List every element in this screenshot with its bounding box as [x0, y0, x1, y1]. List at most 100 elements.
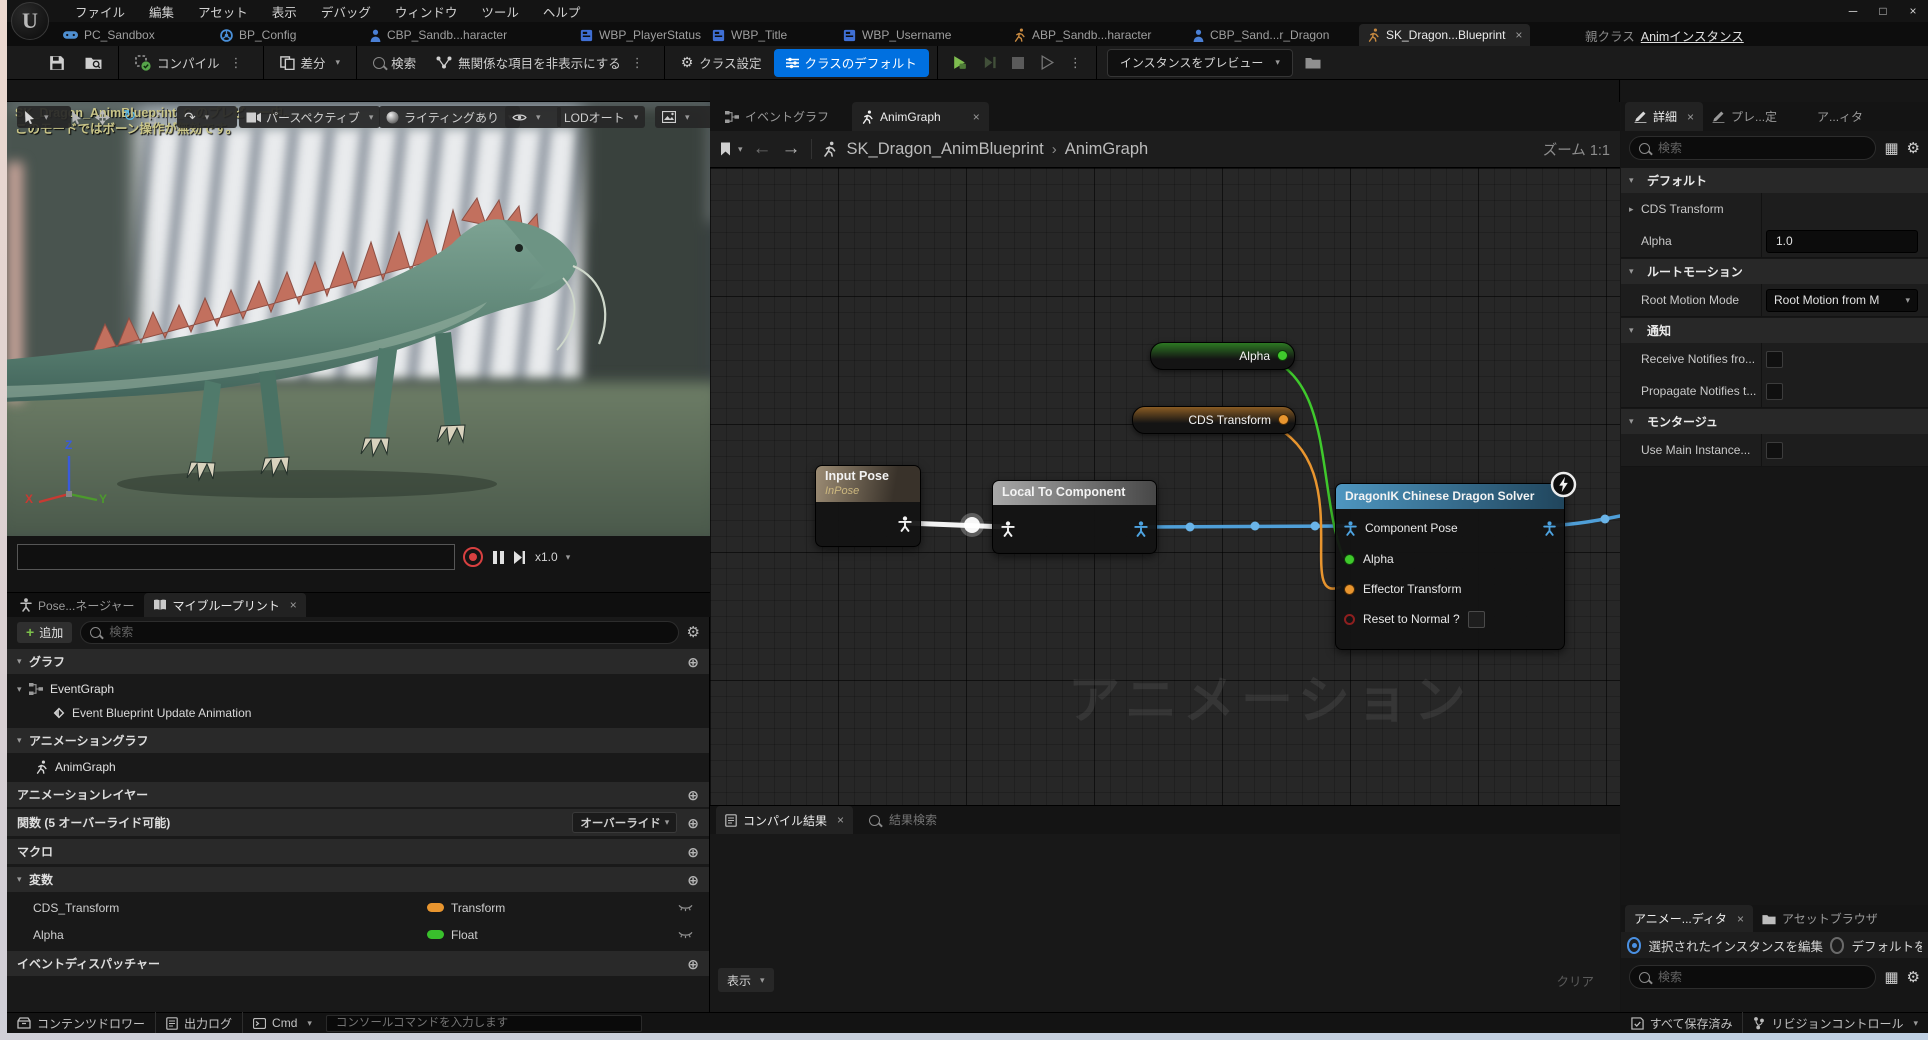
add-button[interactable]: + 追加: [17, 622, 72, 643]
output-log-button[interactable]: 出力ログ: [156, 1013, 242, 1033]
diff-button[interactable]: 差分 ▾: [272, 49, 349, 77]
playback-speed-dropdown[interactable]: x1.0 ▾: [535, 550, 570, 564]
section-animation-graphs[interactable]: ▾ アニメーショングラフ: [7, 728, 709, 753]
node-alpha-variable[interactable]: Alpha: [1150, 342, 1295, 370]
tab-asset-browser[interactable]: アセットブラウザ: [1753, 905, 1887, 932]
tab-anim-preview-editor[interactable]: アニメー...ディタ ×: [1625, 905, 1753, 932]
window-maximize-button[interactable]: □: [1868, 0, 1898, 22]
menu-edit[interactable]: 編集: [137, 0, 186, 22]
menu-window[interactable]: ウィンドウ: [383, 0, 470, 22]
window-minimize-button[interactable]: ─: [1838, 0, 1868, 22]
collapse-arrow-icon[interactable]: ▾: [1629, 325, 1641, 336]
collapse-arrow-icon[interactable]: ▾: [17, 735, 29, 746]
reset-checkbox[interactable]: [1468, 611, 1485, 628]
asset-tab-abp-character[interactable]: ABP_Sandb...haracter: [1005, 24, 1159, 46]
eye-closed-icon[interactable]: [678, 904, 693, 912]
frame-skip-button[interactable]: [977, 49, 1002, 77]
details-row-root-motion-mode[interactable]: Root Motion Mode Root Motion from M ▾: [1621, 284, 1928, 317]
find-results-search[interactable]: [869, 812, 1031, 828]
bookmarks-button[interactable]: ▾: [720, 142, 743, 156]
class-settings-button[interactable]: ⚙ クラス設定: [673, 49, 770, 77]
lod-dropdown[interactable]: LODオート ▾: [557, 106, 645, 128]
revision-control-dropdown[interactable]: リビジョンコントロール ▾: [1743, 1013, 1928, 1033]
tab-pose-manager[interactable]: Pose...ネージャー: [11, 593, 144, 617]
alpha-output-pin[interactable]: [1277, 350, 1288, 361]
preview-instance-dropdown[interactable]: インスタンスをプレビュー ▾: [1107, 49, 1293, 77]
menu-tools[interactable]: ツール: [469, 0, 531, 22]
add-function-icon[interactable]: ⊕: [687, 816, 699, 830]
collapse-arrow-icon[interactable]: ▾: [17, 656, 29, 667]
section-animation-layers[interactable]: アニメーションレイヤー ⊕: [7, 782, 709, 807]
my-blueprint-search-input[interactable]: [107, 624, 668, 640]
item-event-graph[interactable]: ▾ EventGraph: [7, 677, 709, 701]
alpha-value-input[interactable]: [1774, 233, 1838, 249]
class-defaults-button[interactable]: クラスのデフォルト: [774, 49, 929, 77]
alpha-input-pin[interactable]: [1344, 554, 1355, 565]
add-animation-layer-icon[interactable]: ⊕: [687, 788, 699, 802]
collapse-arrow-icon[interactable]: ▾: [1629, 266, 1641, 277]
item-animgraph[interactable]: AnimGraph: [7, 755, 709, 779]
details-section-default[interactable]: ▾ デフォルト: [1621, 168, 1928, 193]
tab-animgraph-doc[interactable]: AnimGraph ×: [852, 102, 989, 131]
asset-tab-cbp-dragon[interactable]: CBP_Sand...r_Dragon: [1185, 24, 1337, 46]
effector-input-pin[interactable]: [1344, 584, 1355, 595]
unreal-logo-icon[interactable]: U: [11, 2, 49, 40]
select-tool-icon[interactable]: [71, 111, 82, 124]
possess-button[interactable]: [1034, 49, 1061, 77]
pose-input-pin-icon[interactable]: [1344, 521, 1357, 536]
section-event-dispatchers[interactable]: イベントディスパッチャー ⊕: [7, 951, 709, 976]
edit-defaults-radio[interactable]: [1830, 937, 1844, 954]
hide-unrelated-button[interactable]: 無関係な項目を非表示にする ⋮: [428, 49, 656, 77]
tab-compile-results[interactable]: コンパイル結果 ×: [716, 806, 853, 834]
snap-settings-button[interactable]: ↷ ▾: [177, 106, 237, 128]
details-section-montage[interactable]: ▾ モンタージュ: [1621, 409, 1928, 434]
collapse-arrow-icon[interactable]: ▾: [1629, 416, 1641, 427]
breadcrumb-root[interactable]: SK_Dragon_AnimBlueprint: [847, 140, 1044, 159]
edit-selected-radio[interactable]: [1627, 937, 1641, 954]
tab-my-blueprint[interactable]: マイブループリント ×: [144, 593, 306, 617]
window-close-button[interactable]: ×: [1898, 0, 1928, 22]
pause-button[interactable]: [493, 551, 504, 564]
collapse-arrow-icon[interactable]: ▾: [17, 684, 29, 695]
scale-tool-icon[interactable]: [149, 111, 162, 124]
add-variable-icon[interactable]: ⊕: [687, 873, 699, 887]
pose-input-pin-icon[interactable]: [1001, 521, 1015, 537]
asset-tab-sk-dragon-blueprint[interactable]: SK_Dragon...Blueprint ×: [1359, 24, 1530, 46]
perspective-dropdown[interactable]: パースペクティブ ▾: [239, 106, 380, 128]
anim-search-input[interactable]: [1656, 969, 1866, 985]
details-search[interactable]: [1629, 136, 1876, 160]
section-functions[interactable]: 関数 (5 オーバーライド可能) オーバーライド ▾ ⊕: [7, 809, 709, 836]
variable-row-cds-transform[interactable]: CDS_Transform Transform: [7, 894, 709, 921]
console-command-input[interactable]: [334, 1016, 634, 1030]
pose-output-pin-icon[interactable]: [1134, 521, 1148, 537]
expand-arrow-icon[interactable]: ▸: [1629, 204, 1641, 215]
debug-browse-button[interactable]: [1297, 49, 1329, 77]
pose-output-pin-icon[interactable]: [1543, 521, 1556, 536]
asset-tab-wbp-username[interactable]: WBP_Username: [835, 24, 959, 46]
details-row-receive-notifies[interactable]: Receive Notifies fro...: [1621, 343, 1928, 376]
breadcrumb-current[interactable]: AnimGraph: [1065, 140, 1148, 159]
section-graph[interactable]: ▾ グラフ ⊕: [7, 649, 709, 674]
close-icon[interactable]: ×: [973, 110, 980, 124]
propagate-notifies-checkbox[interactable]: [1766, 383, 1783, 400]
node-local-to-component[interactable]: Local To Component: [992, 480, 1157, 554]
add-graph-icon[interactable]: ⊕: [687, 655, 699, 669]
show-flags-button[interactable]: ▾: [505, 106, 561, 128]
use-main-instance-checkbox[interactable]: [1766, 442, 1783, 459]
lit-mode-dropdown[interactable]: ライティングあり ▾: [379, 106, 520, 128]
play-options-icon[interactable]: ⋮: [1065, 55, 1086, 71]
parent-class-link[interactable]: Animインスタンス: [1641, 26, 1744, 45]
screenshot-button[interactable]: ▾: [655, 106, 713, 128]
nav-forward-button[interactable]: →: [782, 138, 801, 160]
menu-file[interactable]: ファイル: [63, 0, 137, 22]
step-forward-button[interactable]: [514, 551, 525, 564]
asset-tab-wbp-playerstatus[interactable]: WBP_PlayerStatus: [572, 24, 709, 46]
details-row-propagate-notifies[interactable]: Propagate Notifies t...: [1621, 375, 1928, 408]
cds-output-pin[interactable]: [1278, 414, 1289, 425]
viewport-3d-view[interactable]: SK_Dragon_AnimBlueprint_C のプレビュー中。 このモード…: [7, 102, 710, 536]
item-event-update-animation[interactable]: Event Blueprint Update Animation: [7, 701, 709, 725]
section-macro[interactable]: マクロ ⊕: [7, 839, 709, 864]
details-section-root-motion[interactable]: ▾ ルートモーション: [1621, 259, 1928, 284]
node-cds-transform-variable[interactable]: CDS Transform: [1132, 406, 1296, 434]
gear-icon[interactable]: ⚙: [687, 623, 700, 641]
